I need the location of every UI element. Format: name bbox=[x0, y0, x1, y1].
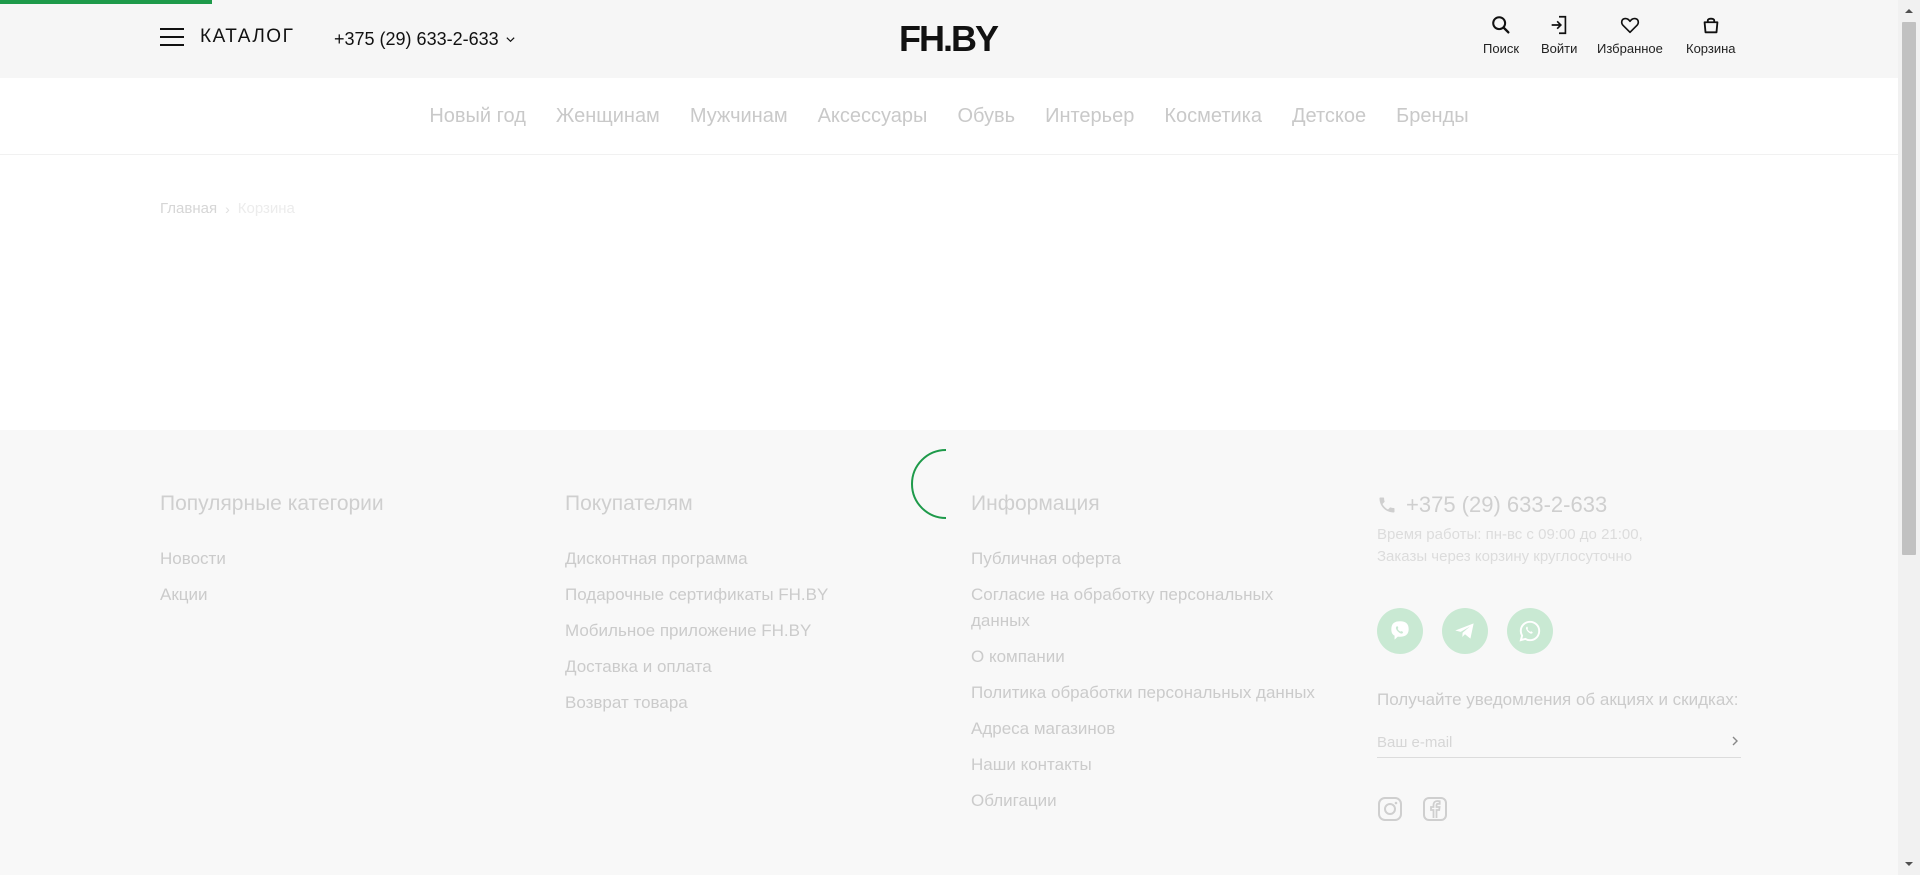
page-scrollbar[interactable] bbox=[1898, 0, 1920, 875]
header-phone-dropdown[interactable]: +375 (29) 633-2-633 bbox=[334, 29, 516, 50]
hamburger-menu-icon bbox=[160, 28, 184, 46]
nav-item-men[interactable]: Мужчинам bbox=[690, 105, 788, 128]
scroll-up-arrow-icon[interactable] bbox=[1904, 6, 1914, 16]
search-button[interactable]: Поиск bbox=[1483, 14, 1519, 56]
search-icon bbox=[1492, 16, 1510, 34]
favorites-button[interactable]: Избранное bbox=[1597, 14, 1663, 56]
order-hours-text: Заказы через корзину круглосуточно bbox=[1377, 548, 1633, 565]
footer-link-returns[interactable]: Возврат товара bbox=[565, 690, 828, 716]
cart-label: Корзина bbox=[1686, 41, 1736, 56]
subscribe-label: Получайте уведомления об акциях и скидка… bbox=[1377, 690, 1739, 709]
footer-phone-link[interactable]: +375 (29) 633-2-633 bbox=[1377, 492, 1747, 518]
footer-link-store-addresses[interactable]: Адреса магазинов bbox=[971, 716, 1331, 742]
footer-link-public-offer[interactable]: Публичная оферта bbox=[971, 546, 1331, 572]
whatsapp-icon bbox=[1519, 620, 1541, 642]
chevron-down-icon bbox=[506, 37, 515, 43]
breadcrumb-current: Корзина bbox=[237, 200, 295, 217]
header-phone-number: +375 (29) 633-2-633 bbox=[334, 29, 499, 49]
search-label: Поиск bbox=[1483, 41, 1520, 56]
messenger-links bbox=[1377, 608, 1747, 654]
footer-link-promotions[interactable]: Акции bbox=[160, 582, 384, 608]
loading-spinner-icon bbox=[911, 449, 947, 519]
footer-link-news[interactable]: Новости bbox=[160, 546, 384, 572]
working-hours-text: Время работы: пн-вс с 09:00 до 21:00, bbox=[1377, 526, 1643, 543]
chevron-right-icon[interactable] bbox=[1729, 735, 1741, 747]
nav-item-cosmetics[interactable]: Косметика bbox=[1164, 105, 1262, 128]
footer-phone-number: +375 (29) 633-2-633 bbox=[1406, 492, 1608, 517]
footer-link-delivery-payment[interactable]: Доставка и оплата bbox=[565, 654, 828, 680]
footer-link-contacts[interactable]: Наши контакты bbox=[971, 752, 1331, 778]
social-links bbox=[1377, 796, 1747, 822]
footer-popular-column: Популярные категории Новости Акции bbox=[160, 492, 384, 618]
footer-link-about[interactable]: О компании bbox=[971, 644, 1331, 670]
footer-link-data-consent[interactable]: Согласие на обработку персональных данны… bbox=[971, 582, 1331, 634]
site-header: КАТАЛОГ +375 (29) 633-2-633 FH.BY Поиск … bbox=[0, 0, 1898, 78]
page-load-progress-bar bbox=[0, 0, 212, 4]
login-button[interactable]: Войти bbox=[1541, 14, 1577, 56]
login-icon bbox=[1551, 15, 1567, 35]
telegram-icon bbox=[1455, 623, 1474, 639]
telegram-button[interactable] bbox=[1442, 608, 1488, 654]
whatsapp-button[interactable] bbox=[1507, 608, 1553, 654]
facebook-icon[interactable] bbox=[1422, 796, 1448, 822]
footer-info-column: Информация Публичная оферта Согласие на … bbox=[971, 492, 1331, 824]
nav-item-interior[interactable]: Интерьер bbox=[1045, 105, 1134, 128]
footer-link-mobile-app[interactable]: Мобильное приложение FH.BY bbox=[565, 618, 828, 644]
nav-item-new-year[interactable]: Новый год bbox=[429, 105, 526, 128]
main-category-nav: Новый год Женщинам Мужчинам Аксессуары О… bbox=[0, 78, 1898, 155]
site-logo[interactable]: FH.BY bbox=[899, 18, 999, 60]
viber-button[interactable] bbox=[1377, 608, 1423, 654]
footer-customers-title: Покупателям bbox=[565, 492, 693, 515]
login-label: Войти bbox=[1541, 41, 1578, 56]
nav-item-brands[interactable]: Бренды bbox=[1396, 105, 1468, 128]
favorites-label: Избранное bbox=[1597, 41, 1663, 56]
catalog-button[interactable]: КАТАЛОГ bbox=[160, 26, 294, 48]
nav-item-kids[interactable]: Детское bbox=[1292, 105, 1366, 128]
footer-link-discount-program[interactable]: Дисконтная программа bbox=[565, 546, 828, 572]
breadcrumb-home-link[interactable]: Главная bbox=[160, 200, 217, 217]
footer-link-privacy-policy[interactable]: Политика обработки персональных данных bbox=[971, 680, 1331, 706]
nav-item-accessories[interactable]: Аксессуары bbox=[818, 105, 928, 128]
bag-icon bbox=[1703, 17, 1719, 34]
instagram-icon[interactable] bbox=[1377, 796, 1403, 822]
footer-contacts-column: +375 (29) 633-2-633 Время работы: пн-вс … bbox=[1377, 492, 1747, 822]
scroll-down-arrow-icon[interactable] bbox=[1904, 859, 1914, 869]
breadcrumb: Главная › Корзина bbox=[160, 200, 295, 217]
email-subscribe-form bbox=[1377, 728, 1741, 758]
nav-item-shoes[interactable]: Обувь bbox=[957, 105, 1015, 128]
footer-info-title: Информация bbox=[971, 492, 1100, 515]
footer-customers-column: Покупателям Дисконтная программа Подароч… bbox=[565, 492, 828, 726]
footer-link-gift-certificates[interactable]: Подарочные сертификаты FH.BY bbox=[565, 582, 828, 608]
viber-icon bbox=[1391, 621, 1409, 640]
breadcrumb-chevron-icon: › bbox=[225, 200, 230, 217]
heart-icon bbox=[1620, 17, 1640, 34]
catalog-label: КАТАЛОГ bbox=[200, 26, 295, 47]
email-input[interactable] bbox=[1377, 728, 1717, 756]
scrollbar-thumb[interactable] bbox=[1902, 22, 1916, 555]
footer-link-bonds[interactable]: Облигации bbox=[971, 788, 1331, 814]
nav-item-women[interactable]: Женщинам bbox=[556, 105, 660, 128]
phone-icon bbox=[1379, 497, 1395, 513]
cart-button[interactable]: Корзина bbox=[1686, 14, 1736, 56]
footer-popular-title: Популярные категории bbox=[160, 492, 384, 515]
